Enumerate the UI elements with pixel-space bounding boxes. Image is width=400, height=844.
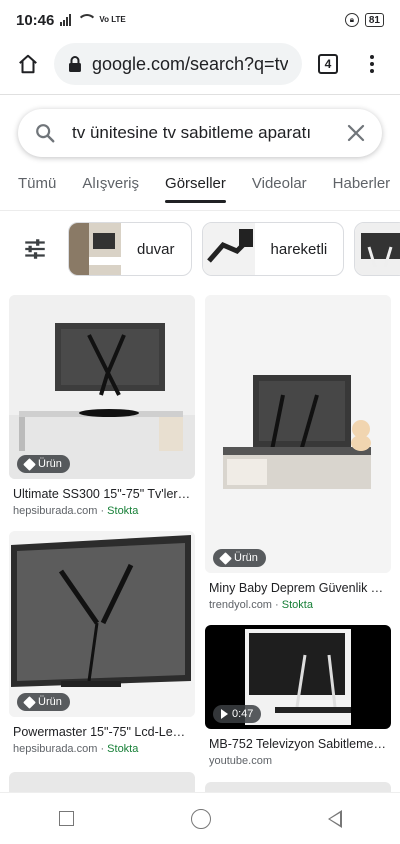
filter-chip-duvar[interactable]: duvar [68,222,192,276]
back-button[interactable] [327,809,342,828]
result-image[interactable]: 0:47 [205,625,391,729]
play-icon [221,709,228,719]
status-time: 10:46 [16,11,55,29]
tab-images[interactable]: Görseller [165,175,226,210]
product-badge: Ürün [213,549,266,567]
tv-image [9,295,195,479]
result-source: hepsiburada.com · Stokta [13,743,139,755]
search-icon[interactable] [34,122,56,144]
result-card[interactable]: Ürün Ultimate SS300 15"-75" Tv'ler ... h… [9,295,195,517]
result-card[interactable]: Ürün Powermaster 15"-75" Lcd-Led ... hep… [9,531,195,755]
image-results: Ürün Ultimate SS300 15"-75" Tv'ler ... h… [0,295,400,781]
search-input[interactable]: tv ünitesine tv sabitleme aparatı [72,123,330,143]
system-nav-bar [0,792,400,844]
result-source: trendyol.com · Stokta [209,599,313,611]
tab-all[interactable]: Tümü [18,175,56,210]
recents-button[interactable] [58,811,74,826]
results-column-right: Ürün Miny Baby Deprem Güvenlik T... tren… [205,295,391,781]
search-box[interactable]: tv ünitesine tv sabitleme aparatı [18,109,382,157]
browser-toolbar: google.com/search?q=tv 4 [0,40,400,88]
rotation-lock-icon: 🔒︎ [344,13,359,27]
product-badge: Ürün [17,455,70,473]
source-domain: youtube.com [209,755,272,767]
chip-label: duvar [137,240,175,258]
result-title[interactable]: Ultimate SS300 15"-75" Tv'ler ... [9,487,195,501]
result-title[interactable]: Miny Baby Deprem Güvenlik T... [205,581,391,595]
filter-chip-hareketli[interactable]: hareketli [201,222,345,276]
next-result-peek [205,782,391,792]
more-vert-icon [370,55,374,73]
result-title[interactable]: Powermaster 15"-75" Lcd-Led ... [9,725,195,739]
tab-shopping[interactable]: Alışveriş [82,175,139,210]
status-bar: 10:46 Vo LTE 🔒︎ 81 [0,0,400,40]
filter-row: duvar hareketli [0,221,400,277]
tune-icon[interactable] [22,236,48,262]
chip-thumbnail [69,223,121,275]
url-text: google.com/search?q=tv [91,53,288,74]
tv-image [205,295,391,573]
tab-videos[interactable]: Videolar [252,175,307,210]
source-domain: trendyol.com [209,599,272,611]
video-duration-badge: 0:47 [213,705,262,723]
result-title[interactable]: MB-752 Televizyon Sabitleme ... [205,737,391,751]
tag-icon [219,551,232,565]
tv-image [9,531,195,717]
result-source: hepsiburada.com · Stokta [13,505,139,517]
battery-indicator: 81 [364,13,384,27]
url-bar[interactable]: google.com/search?q=tv [54,43,302,85]
tab-switcher-button[interactable]: 4 [310,46,346,82]
result-card[interactable]: Ürün Miny Baby Deprem Güvenlik T... tren… [205,295,391,611]
badge-label: Ürün [38,458,62,470]
tab-news[interactable]: Haberler [333,175,391,210]
tag-icon [23,695,36,709]
source-domain: hepsiburada.com [13,743,98,755]
next-result-peek [9,772,195,792]
chip-thumbnail [202,223,255,275]
results-column-left: Ürün Ultimate SS300 15"-75" Tv'ler ... h… [9,295,195,781]
menu-button[interactable] [354,46,390,82]
filter-chip-partial[interactable] [354,222,400,276]
result-image[interactable]: Ürün [205,295,391,573]
signal-icon [60,14,72,26]
chip-thumbnail [355,223,400,275]
clear-icon[interactable] [346,123,366,143]
result-card[interactable]: 0:47 MB-752 Televizyon Sabitleme ... you… [205,625,391,767]
home-icon [19,54,37,74]
home-nav-button[interactable] [190,808,211,829]
tab-count: 4 [318,54,338,74]
stock-label: Stokta [107,743,139,755]
wifi-icon [77,14,98,26]
result-image[interactable]: Ürün [9,531,195,717]
result-source: youtube.com [205,755,391,767]
lock-icon [68,56,81,72]
home-button[interactable] [10,46,46,82]
stock-label: Stokta [281,599,313,611]
stock-label: Stokta [107,505,139,517]
duration-label: 0:47 [232,708,254,720]
badge-label: Ürün [38,696,62,708]
source-domain: hepsiburada.com [13,505,98,517]
product-badge: Ürün [17,693,70,711]
chip-label: hareketli [270,240,328,258]
search-tabs: Tümü Alışveriş Görseller Videolar Haberl… [0,175,400,211]
badge-label: Ürün [234,552,258,564]
volte-indicator: Vo LTE [99,15,126,24]
tag-icon [23,457,36,471]
result-image[interactable]: Ürün [9,295,195,479]
